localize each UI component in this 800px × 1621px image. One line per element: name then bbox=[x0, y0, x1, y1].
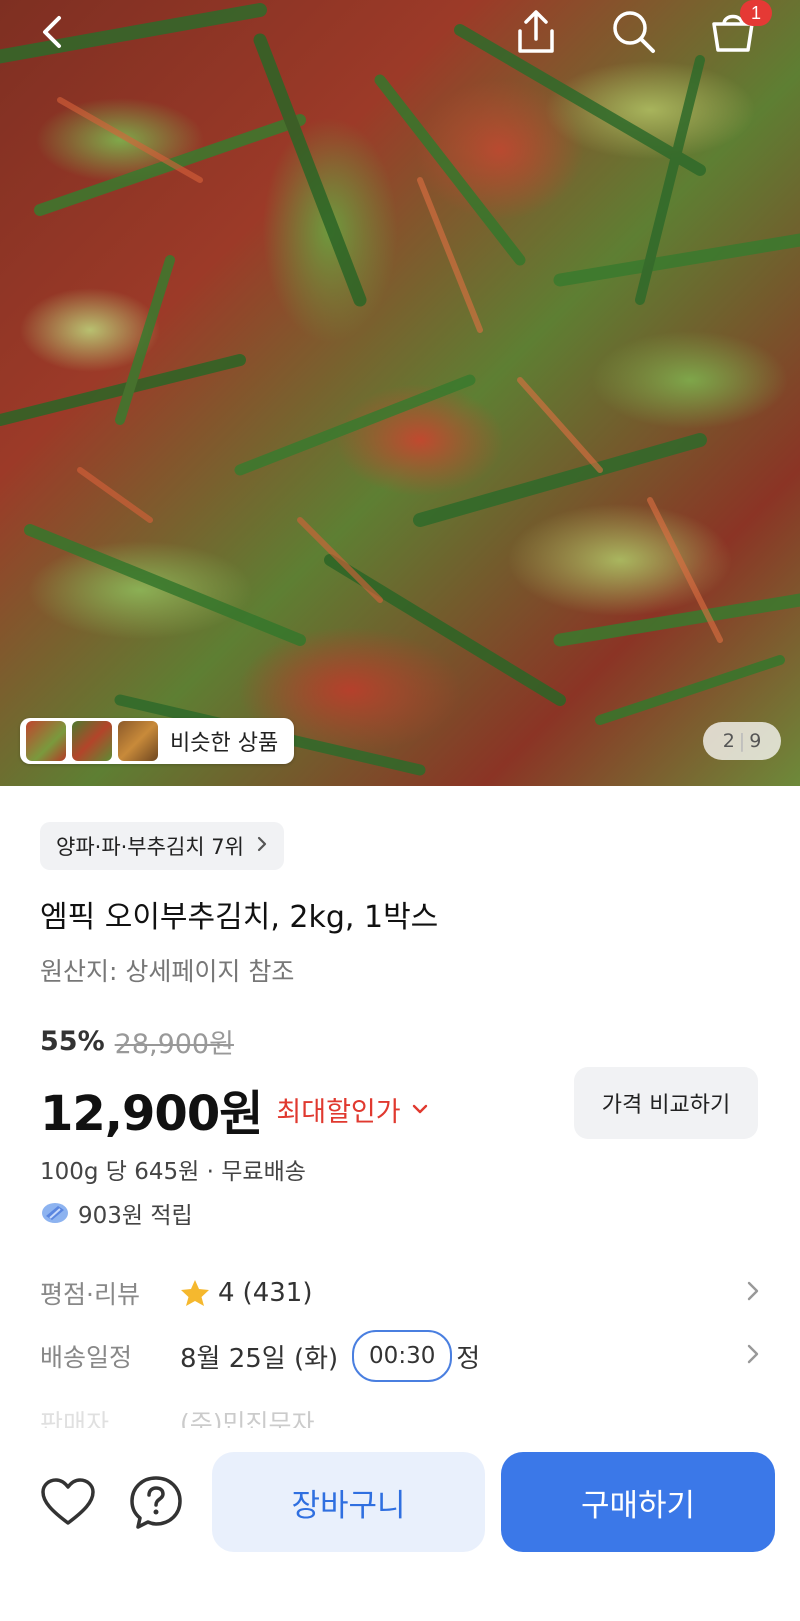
product-origin: 원산지: 상세페이지 참조 bbox=[40, 957, 295, 986]
image-counter: 2 | 9 bbox=[703, 722, 781, 760]
product-image[interactable] bbox=[0, 0, 800, 786]
image-counter-current: 2 bbox=[722, 730, 735, 752]
category-rank-label: 양파·파·부추김치 7위 bbox=[56, 835, 244, 859]
question-bubble-icon bbox=[130, 1476, 182, 1529]
unit-price-shipping: 100g 당 645원 · 무료배송 bbox=[40, 1159, 306, 1185]
max-discount-toggle[interactable]: 최대할인가 bbox=[276, 1090, 428, 1129]
reward-points: 903원 적립 bbox=[40, 1196, 193, 1230]
share-icon bbox=[518, 10, 554, 53]
discount-percent: 55% bbox=[40, 1026, 105, 1057]
rating-review-value: 4 (431) bbox=[180, 1278, 312, 1308]
product-image-texture bbox=[0, 3, 800, 776]
top-navigation-bar: 1 bbox=[0, 0, 800, 70]
image-counter-total: 9 bbox=[749, 730, 762, 752]
similar-thumb-3 bbox=[118, 721, 158, 761]
category-rank-chip[interactable]: 양파·파·부추김치 7위 bbox=[40, 822, 284, 870]
inquiry-button[interactable] bbox=[126, 1472, 186, 1532]
original-price: 28,900원 bbox=[114, 1029, 234, 1060]
wishlist-button[interactable] bbox=[38, 1474, 98, 1530]
buy-now-button[interactable]: 구매하기 bbox=[501, 1452, 775, 1552]
chevron-left-icon bbox=[43, 16, 61, 48]
similar-products-label: 비슷한 상품 bbox=[170, 731, 279, 756]
chevron-right-icon bbox=[256, 834, 268, 858]
search-icon bbox=[613, 11, 655, 53]
similar-thumb-2 bbox=[72, 721, 112, 761]
add-to-cart-button[interactable]: 장바구니 bbox=[212, 1452, 485, 1552]
bottom-action-bar: 장바구니 구매하기 bbox=[0, 1428, 800, 1621]
delivery-label: 배송일정 bbox=[40, 1343, 133, 1372]
price-compare-button[interactable]: 가격 비교하기 bbox=[574, 1067, 758, 1139]
heart-icon bbox=[41, 1478, 95, 1525]
similar-products-button[interactable]: 비슷한 상품 bbox=[20, 718, 295, 764]
delivery-value: 8월 25일 (화) 00:30 정 bbox=[180, 1330, 480, 1382]
delivery-date: 8월 25일 (화) bbox=[180, 1343, 339, 1374]
cart-count-badge: 1 bbox=[740, 0, 772, 26]
delivery-suffix: 정 bbox=[456, 1343, 481, 1374]
product-title: 엠픽 오이부추김치, 2kg, 1박스 bbox=[40, 900, 439, 935]
chevron-right-icon bbox=[747, 1344, 759, 1364]
similar-thumb-1 bbox=[26, 721, 66, 761]
star-icon bbox=[181, 1280, 209, 1306]
rating-review-row[interactable]: 평점·리뷰 4 (431) bbox=[40, 1273, 760, 1313]
delivery-schedule-row[interactable]: 배송일정 8월 25일 (화) 00:30 정 bbox=[40, 1330, 760, 1382]
delivery-countdown: 00:30 bbox=[352, 1330, 453, 1382]
discount-row: 55% 28,900원 bbox=[40, 1022, 234, 1061]
rating-value: 4 bbox=[218, 1278, 235, 1308]
search-button[interactable] bbox=[608, 6, 660, 58]
sale-price: 12,900원 bbox=[40, 1086, 263, 1142]
rating-review-label: 평점·리뷰 bbox=[40, 1280, 140, 1309]
price-row: 12,900원 최대할인가 bbox=[40, 1074, 429, 1144]
chevron-right-icon bbox=[747, 1281, 759, 1301]
chevron-down-icon bbox=[412, 1104, 427, 1114]
review-count: (431) bbox=[242, 1278, 313, 1308]
reward-points-text: 903원 적립 bbox=[78, 1203, 193, 1229]
points-coin-icon bbox=[42, 1203, 68, 1223]
back-button[interactable] bbox=[30, 10, 74, 54]
share-button[interactable] bbox=[510, 6, 562, 58]
max-discount-label: 최대할인가 bbox=[276, 1096, 401, 1128]
